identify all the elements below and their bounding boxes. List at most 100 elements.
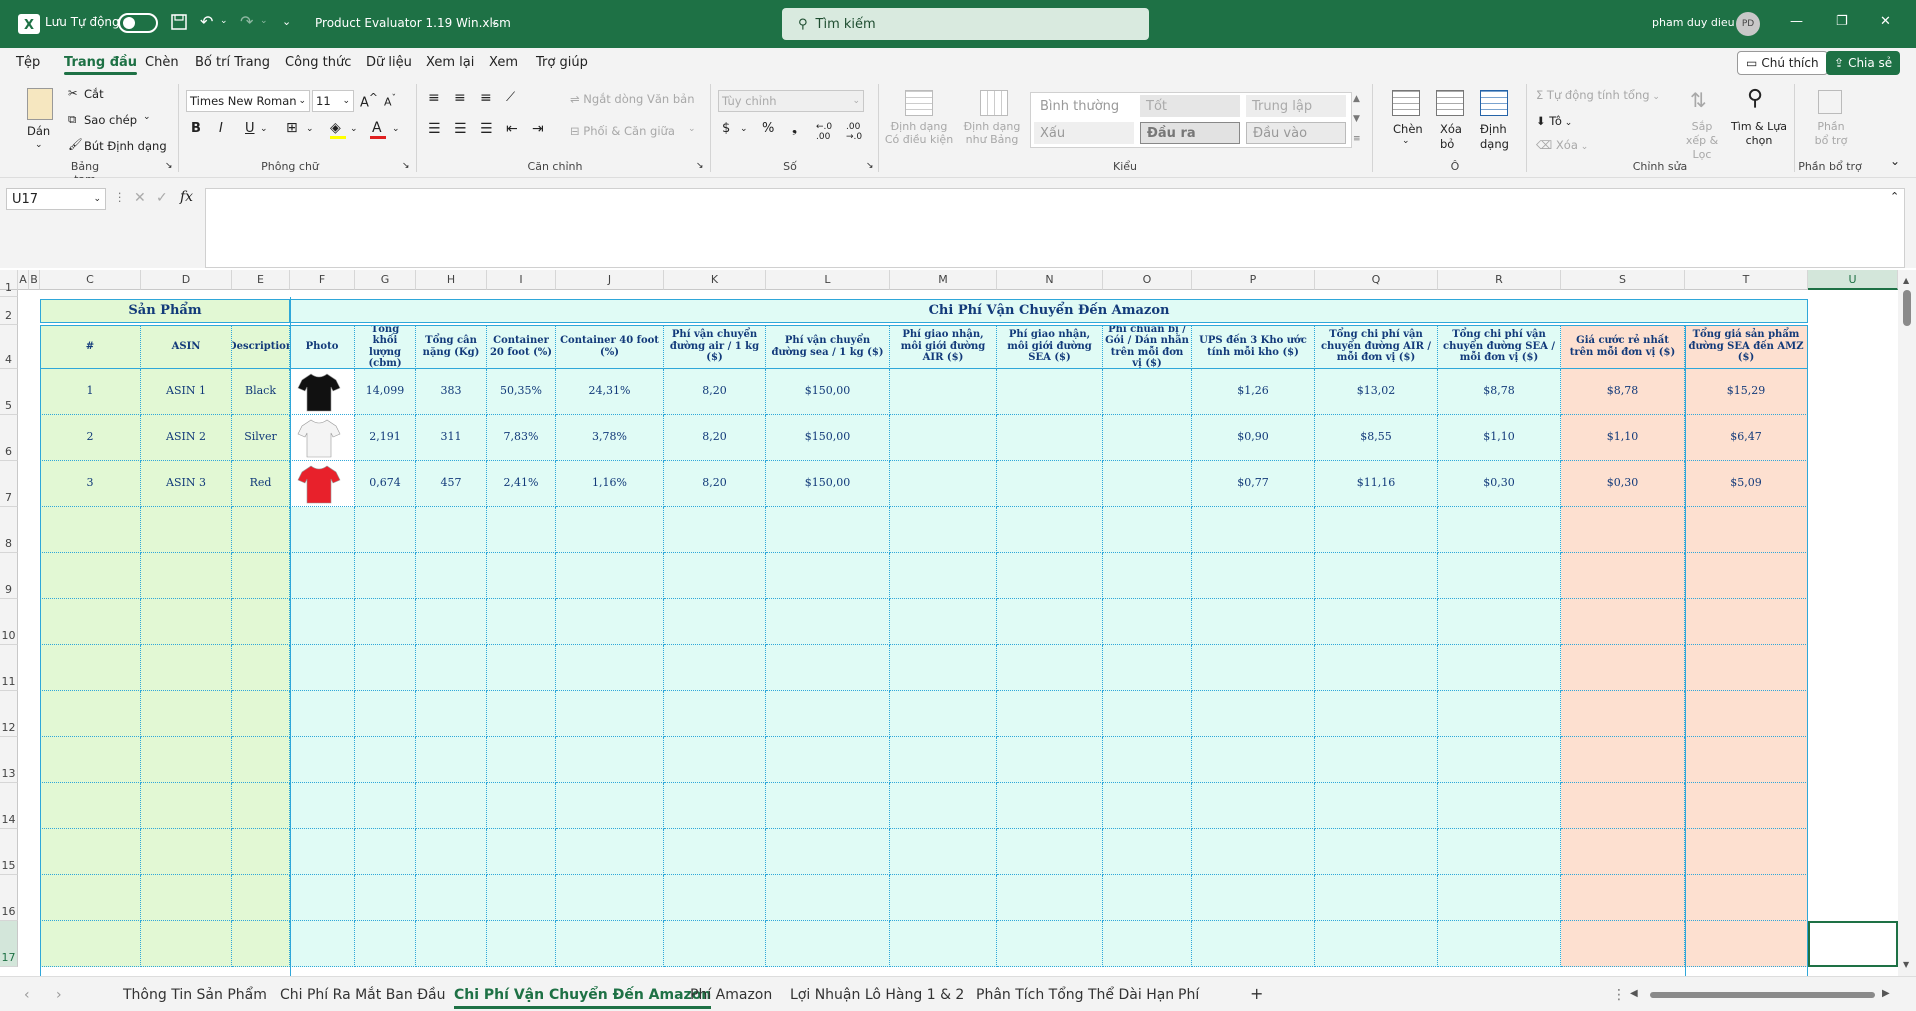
data-cell[interactable]: $150,00 <box>766 461 890 507</box>
data-cell[interactable]: $150,00 <box>766 415 890 461</box>
empty-cell[interactable] <box>1315 599 1438 645</box>
empty-cell[interactable] <box>1192 829 1315 875</box>
empty-cell[interactable] <box>1192 507 1315 553</box>
empty-cell[interactable] <box>997 737 1103 783</box>
empty-cell[interactable] <box>1685 691 1808 737</box>
empty-cell[interactable] <box>1685 921 1808 967</box>
row-header[interactable]: 5 <box>0 369 18 415</box>
prev-sheet-icon[interactable]: ‹ <box>24 987 30 1003</box>
tab-formulas[interactable]: Công thức <box>285 55 351 70</box>
empty-cell[interactable] <box>664 829 766 875</box>
data-cell[interactable]: $8,78 <box>1438 369 1561 415</box>
empty-cell[interactable] <box>1315 645 1438 691</box>
empty-cell[interactable] <box>890 875 997 921</box>
tab-page-layout[interactable]: Bố trí Trang <box>195 55 270 70</box>
share-button[interactable]: ⇪ Chia sẻ <box>1826 51 1901 75</box>
empty-cell[interactable] <box>487 921 556 967</box>
formula-input[interactable] <box>205 188 1905 268</box>
tab-view[interactable]: Xem <box>489 55 518 70</box>
align-top-icon[interactable]: ≡ <box>428 90 440 106</box>
sheet-tab-product-info[interactable]: Thông Tin Sản Phẩm <box>123 987 267 1003</box>
format-cells-button[interactable]: Định dạng <box>1480 122 1520 152</box>
empty-cell[interactable] <box>1808 783 1898 829</box>
empty-cell[interactable] <box>1103 553 1192 599</box>
user-name[interactable]: pham duy dieu <box>1652 16 1735 29</box>
empty-cell[interactable] <box>40 875 141 921</box>
sheet-tab-launch-cost[interactable]: Chi Phí Ra Mắt Ban Đầu <box>280 987 446 1003</box>
addins-icon[interactable] <box>1818 90 1842 114</box>
empty-cell[interactable] <box>40 645 141 691</box>
data-cell[interactable] <box>997 369 1103 415</box>
data-cell[interactable]: $0,90 <box>1192 415 1315 461</box>
data-cell[interactable]: 1,16% <box>556 461 664 507</box>
empty-cell[interactable] <box>766 829 890 875</box>
empty-cell[interactable] <box>766 645 890 691</box>
clear-button[interactable]: ⌫ Xóa ⌄ <box>1536 138 1588 152</box>
sheet-tab-shipping-cost[interactable]: Chi Phí Vận Chuyển Đến Amazon <box>454 987 712 1009</box>
alignment-launcher-icon[interactable]: ↘ <box>696 161 704 171</box>
scroll-right-icon[interactable]: ▶ <box>1882 988 1890 999</box>
save-icon[interactable] <box>170 13 188 31</box>
autosave-toggle[interactable] <box>118 13 158 33</box>
empty-cell[interactable] <box>556 645 664 691</box>
empty-cell[interactable] <box>355 645 416 691</box>
empty-cell[interactable] <box>766 507 890 553</box>
column-header[interactable]: S <box>1561 270 1685 290</box>
data-cell[interactable] <box>890 461 997 507</box>
data-cell[interactable]: 1 <box>40 369 141 415</box>
empty-cell[interactable] <box>290 921 355 967</box>
underline-button[interactable]: U <box>245 121 255 136</box>
column-header[interactable]: R <box>1438 270 1561 290</box>
empty-cell[interactable] <box>141 737 232 783</box>
empty-cell[interactable] <box>1561 645 1685 691</box>
empty-cell[interactable] <box>355 599 416 645</box>
empty-cell[interactable] <box>556 553 664 599</box>
data-cell[interactable]: 311 <box>416 415 487 461</box>
copy-dropdown-icon[interactable]: ⌄ <box>143 112 151 122</box>
vertical-scrollbar[interactable]: ▲ ▼ <box>1898 270 1916 976</box>
minimize-button[interactable]: — <box>1790 14 1803 29</box>
data-cell[interactable]: 50,35% <box>487 369 556 415</box>
empty-cell[interactable] <box>664 691 766 737</box>
row-header[interactable]: 11 <box>0 645 18 691</box>
empty-cell[interactable] <box>40 783 141 829</box>
empty-cell[interactable] <box>766 921 890 967</box>
empty-cell[interactable] <box>416 691 487 737</box>
empty-cell[interactable] <box>141 691 232 737</box>
format-painter-button[interactable]: Bút Định dạng <box>84 139 167 153</box>
data-cell[interactable]: 8,20 <box>664 461 766 507</box>
empty-cell[interactable] <box>1561 507 1685 553</box>
empty-cell[interactable] <box>1438 645 1561 691</box>
paste-icon[interactable] <box>27 88 53 120</box>
insert-cells-button[interactable]: Chèn <box>1393 122 1423 136</box>
cancel-entry-icon[interactable]: ✕ <box>134 190 146 206</box>
empty-cell[interactable] <box>290 507 355 553</box>
empty-cell[interactable] <box>1561 599 1685 645</box>
data-cell[interactable]: ASIN 3 <box>141 461 232 507</box>
format-as-table-icon[interactable] <box>980 90 1008 116</box>
row-header[interactable]: 2 <box>0 297 18 325</box>
empty-cell[interactable] <box>355 829 416 875</box>
gallery-down-icon[interactable]: ▼ <box>1353 114 1360 124</box>
empty-cell[interactable] <box>1103 829 1192 875</box>
autosum-button[interactable]: Σ Tự động tính tổng ⌄ <box>1536 88 1660 102</box>
data-cell[interactable]: $0,30 <box>1438 461 1561 507</box>
empty-cell[interactable] <box>1315 921 1438 967</box>
vertical-scroll-thumb[interactable] <box>1903 290 1911 326</box>
redo-dropdown-icon[interactable]: ⌄ <box>260 16 268 26</box>
empty-cell[interactable] <box>1438 921 1561 967</box>
empty-cell[interactable] <box>556 599 664 645</box>
data-cell[interactable]: Red <box>232 461 290 507</box>
style-output[interactable]: Đầu ra <box>1140 122 1240 144</box>
empty-cell[interactable] <box>1103 507 1192 553</box>
data-cell[interactable]: $8,55 <box>1315 415 1438 461</box>
empty-cell[interactable] <box>232 783 290 829</box>
empty-cell[interactable] <box>1808 369 1898 415</box>
cut-button[interactable]: Cắt <box>84 87 104 101</box>
increase-decimal-icon[interactable]: ←.0.00 <box>816 122 832 142</box>
style-neutral[interactable]: Trung lập <box>1246 95 1346 117</box>
empty-cell[interactable] <box>487 737 556 783</box>
empty-cell[interactable] <box>766 783 890 829</box>
empty-cell[interactable] <box>1685 645 1808 691</box>
column-header[interactable]: J <box>556 270 664 290</box>
